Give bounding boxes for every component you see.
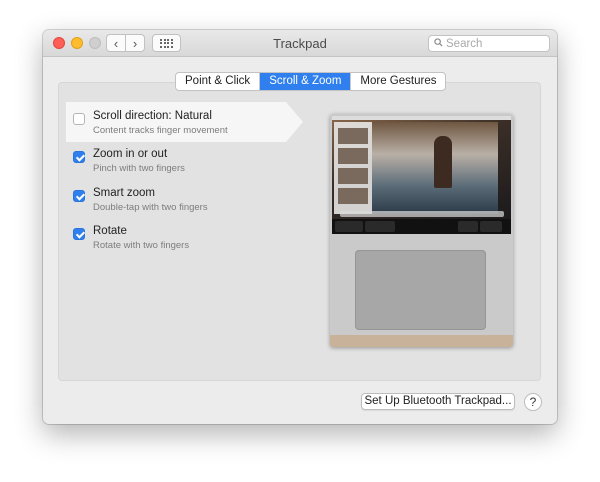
option-title: Zoom in or out xyxy=(93,148,168,160)
setup-bluetooth-trackpad-button[interactable]: Set Up Bluetooth Trackpad... xyxy=(361,393,515,410)
preview-trackpad xyxy=(355,250,486,330)
selected-row-highlight xyxy=(66,102,286,142)
tab-more-gestures[interactable]: More Gestures xyxy=(351,73,445,90)
title-bar: ‹ › Trackpad xyxy=(43,30,557,57)
option-subtitle: Double-tap with two fingers xyxy=(93,202,208,213)
tab-scroll-zoom[interactable]: Scroll & Zoom xyxy=(260,73,352,90)
search-input[interactable] xyxy=(446,36,541,51)
preferences-window: ‹ › Trackpad Point & Click Scroll & Zoom… xyxy=(43,30,557,424)
rotate-checkbox[interactable] xyxy=(73,228,85,240)
option-subtitle: Pinch with two fingers xyxy=(93,163,185,174)
option-subtitle: Rotate with two fingers xyxy=(93,240,190,251)
option-title: Rotate xyxy=(93,225,127,237)
option-title: Smart zoom xyxy=(93,187,155,199)
gesture-preview-image xyxy=(330,114,513,347)
scroll-direction-checkbox[interactable] xyxy=(73,113,85,125)
preview-laptop-base xyxy=(330,234,513,347)
search-icon xyxy=(434,38,443,47)
zoom-checkbox[interactable] xyxy=(73,151,85,163)
preview-screen xyxy=(332,116,511,219)
tab-bar: Point & Click Scroll & Zoom More Gesture… xyxy=(175,72,447,91)
search-field[interactable] xyxy=(428,35,550,52)
option-title: Scroll direction: Natural xyxy=(93,110,212,122)
tab-point-click[interactable]: Point & Click xyxy=(176,73,261,90)
smart-zoom-checkbox[interactable] xyxy=(73,190,85,202)
selected-row-pointer xyxy=(286,102,303,142)
preview-touch-bar xyxy=(332,219,511,234)
option-subtitle: Content tracks finger movement xyxy=(93,125,228,136)
help-button[interactable]: ? xyxy=(524,393,542,411)
